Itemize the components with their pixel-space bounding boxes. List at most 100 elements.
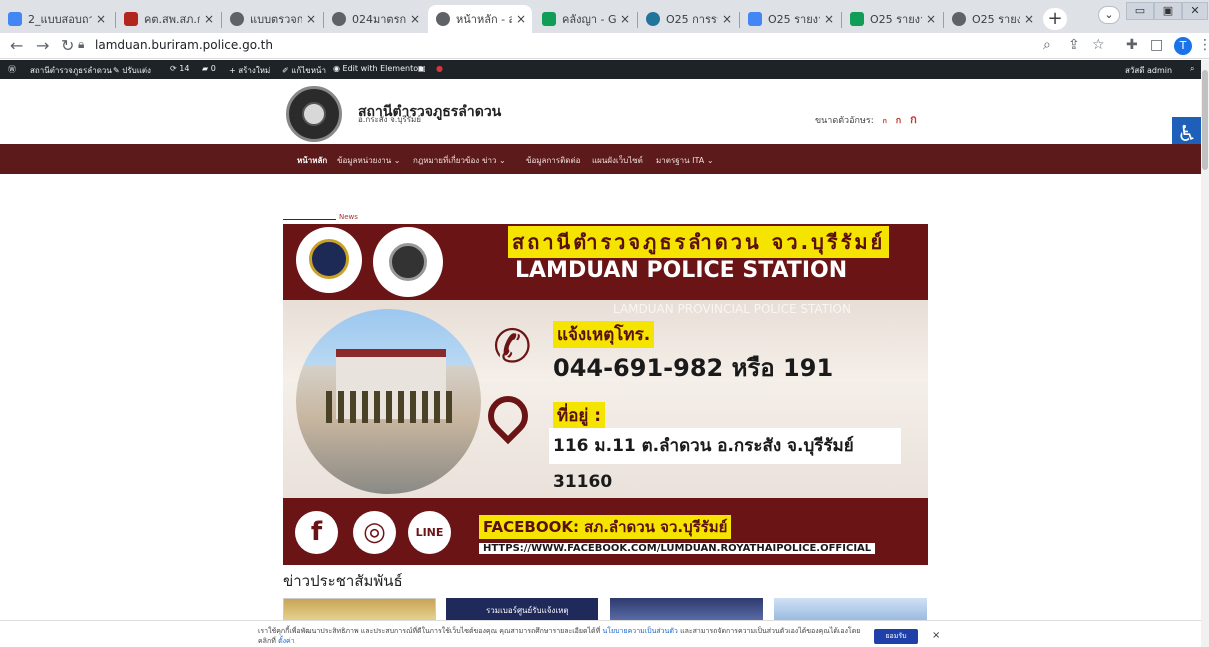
- browser-tab[interactable]: คลังญา - Goo×: [534, 5, 636, 33]
- pr-section-title: ข่าวประชาสัมพันธ์: [283, 572, 403, 590]
- reload-icon[interactable]: ↻: [61, 36, 74, 56]
- close-tab-icon[interactable]: ×: [306, 12, 316, 26]
- privacy-policy-link[interactable]: นโยบายความเป็นส่วนตัว: [602, 627, 677, 635]
- back-icon[interactable]: ←: [10, 36, 23, 56]
- sidepanel-icon[interactable]: □: [1150, 37, 1163, 53]
- phone-icon: ✆: [493, 319, 532, 373]
- browser-tab[interactable]: 2_แบบสอบถาม×: [0, 5, 112, 33]
- accept-cookies-button[interactable]: ยอมรับ: [874, 629, 918, 644]
- star-icon[interactable]: ☆: [1092, 37, 1105, 53]
- page-scrollbar[interactable]: [1201, 60, 1209, 647]
- share-icon[interactable]: ⇪: [1068, 37, 1080, 53]
- font-size-medium[interactable]: ก: [896, 116, 901, 126]
- close-tab-icon[interactable]: ×: [722, 12, 732, 26]
- close-tab-icon[interactable]: ×: [516, 12, 526, 26]
- globe-favicon-icon: [332, 12, 346, 26]
- nav-agency-info[interactable]: ข้อมูลหน่วยงาน ⌄: [337, 154, 400, 167]
- nav-sitemap[interactable]: แผนผังเว็บไซต์: [592, 154, 643, 167]
- news-divider: [283, 219, 336, 220]
- admin-edit-link[interactable]: ✐ แก้ไขหน้า: [282, 64, 326, 77]
- close-tab-icon[interactable]: ×: [96, 12, 106, 26]
- facebook-icon: f: [295, 511, 338, 554]
- minimize-button[interactable]: ▭: [1126, 2, 1154, 20]
- station-photo: [296, 309, 481, 494]
- extensions-icon[interactable]: ✚: [1126, 37, 1138, 53]
- close-tab-icon[interactable]: ×: [1024, 12, 1034, 26]
- new-tab-button[interactable]: +: [1043, 8, 1067, 30]
- drive-favicon-icon: [542, 12, 556, 26]
- close-tab-icon[interactable]: ×: [620, 12, 630, 26]
- instagram-icon: ◎: [353, 511, 396, 554]
- admin-updates-link[interactable]: ⟳ 14: [170, 64, 189, 73]
- admin-status-dot-icon: ●: [436, 64, 443, 73]
- browser-tab[interactable]: 024มาตรการก×: [324, 5, 426, 33]
- news-label: News: [339, 213, 358, 221]
- browser-tab-strip: 2_แบบสอบถาม× คต.สพ.สภ.กระสั× แบบตรวจการป…: [0, 0, 1209, 33]
- site-subtitle: อ.กระสัง จ.บุรีรัมย์: [358, 115, 421, 124]
- line-icon: LINE: [408, 511, 451, 554]
- admin-seo-icon[interactable]: ▣: [418, 64, 426, 73]
- admin-new-link[interactable]: + สร้างใหม่: [229, 64, 270, 77]
- forward-icon[interactable]: →: [36, 36, 49, 56]
- close-tab-icon[interactable]: ×: [204, 12, 214, 26]
- forms-favicon-icon: [748, 12, 762, 26]
- close-tab-icon[interactable]: ×: [926, 12, 936, 26]
- close-icon[interactable]: ×: [932, 630, 940, 641]
- banner-top: สถานีตำรวจภูธรลำดวน จว.บุรีรัมย์ LAMDUAN…: [283, 224, 928, 300]
- banner-title-english: LAMDUAN POLICE STATION: [515, 258, 848, 283]
- menu-icon[interactable]: ⋮: [1198, 37, 1209, 53]
- restore-button[interactable]: ▣: [1154, 2, 1182, 20]
- main-nav: หน้าหลัก ข้อมูลหน่วยงาน ⌄ กฎหมายที่เกี่ย…: [0, 144, 1201, 174]
- font-size-large[interactable]: ก: [910, 113, 917, 126]
- address-bar[interactable]: lamduan.buriram.police.go.th: [95, 38, 273, 52]
- close-window-button[interactable]: ✕: [1182, 2, 1208, 20]
- globe-favicon-icon: [952, 12, 966, 26]
- tab-search-button[interactable]: ⌄: [1098, 6, 1120, 24]
- phone-number: 044-691-982 หรือ 191: [553, 354, 834, 382]
- pr-thumbnail[interactable]: [283, 598, 436, 620]
- admin-customize-link[interactable]: ✎ ปรับแต่ง: [113, 64, 151, 77]
- nav-home[interactable]: หน้าหลัก: [297, 154, 327, 167]
- facebook-url: HTTPS://WWW.FACEBOOK.COM/LUMDUAN.ROYATHA…: [479, 543, 876, 554]
- wordpress-icon[interactable]: Ⓦ: [8, 64, 16, 75]
- site-header: สถานีตำรวจภูธรลำดวน อ.กระสัง จ.บุรีรัมย์…: [0, 79, 1201, 144]
- admin-elementor-link[interactable]: ◉ Edit with Elementor: [333, 64, 421, 73]
- lock-icon[interactable]: 🔒︎: [78, 37, 84, 52]
- police-favicon-icon: [124, 12, 138, 26]
- nav-news[interactable]: ข่าว ⌄: [482, 154, 506, 167]
- profile-avatar[interactable]: T: [1174, 37, 1192, 55]
- address-label: ที่อยู่ :: [553, 402, 606, 429]
- pr-thumbnail[interactable]: รวมเบอร์ศูนย์รับแจ้งเหตุ: [446, 598, 598, 620]
- site-logo[interactable]: [286, 86, 342, 142]
- cookie-consent-bar: เราใช้คุกกี้เพื่อพัฒนาประสิทธิภาพ และประ…: [0, 620, 1201, 647]
- close-tab-icon[interactable]: ×: [410, 12, 420, 26]
- font-size-small[interactable]: ก: [883, 117, 887, 125]
- nav-ita[interactable]: มาตรฐาน ITA ⌄: [656, 154, 714, 167]
- admin-search-icon[interactable]: ⌕: [1190, 64, 1194, 74]
- site-favicon-icon: [436, 12, 450, 26]
- browser-tab[interactable]: O25 การรายงาน×: [638, 5, 738, 33]
- browser-tab[interactable]: O25 รายงานผล×: [842, 5, 942, 33]
- drive-favicon-icon: [850, 12, 864, 26]
- cookie-settings-link[interactable]: ตั้งค่า: [278, 637, 295, 645]
- address-text: 116 ม.11 ต.ลำดวน อ.กระสัง จ.บุรีรัมย์ 31…: [549, 428, 901, 492]
- nav-contact[interactable]: ข้อมูลการติดต่อ: [526, 154, 580, 167]
- pr-thumbnail[interactable]: [610, 598, 763, 620]
- pr-thumbnail[interactable]: [774, 598, 927, 620]
- close-tab-icon[interactable]: ×: [824, 12, 834, 26]
- admin-comments-link[interactable]: ▰ 0: [202, 64, 216, 73]
- banner-building-sign: LAMDUAN PROVINCIAL POLICE STATION: [613, 302, 851, 316]
- nav-laws[interactable]: กฎหมายที่เกี่ยวข้อง: [413, 154, 479, 167]
- admin-greeting[interactable]: สวัสดี admin: [1125, 64, 1172, 77]
- zoom-icon[interactable]: ⌕: [1043, 37, 1051, 53]
- news-banner[interactable]: สถานีตำรวจภูธรลำดวน จว.บุรีรัมย์ LAMDUAN…: [283, 224, 928, 565]
- browser-tab[interactable]: คต.สพ.สภ.กระสั×: [116, 5, 220, 33]
- browser-tab-active[interactable]: หน้าหลัก - สถา×: [428, 5, 532, 33]
- browser-toolbar: ← → ↻ 🔒︎ lamduan.buriram.police.go.th ⌕ …: [0, 33, 1209, 59]
- browser-tab[interactable]: แบบตรวจการปิ×: [222, 5, 322, 33]
- banner-title-thai: สถานีตำรวจภูธรลำดวน จว.บุรีรัมย์: [508, 226, 890, 258]
- sheets-favicon-icon: [8, 12, 22, 26]
- browser-tab[interactable]: O25 รายงานผล×: [944, 5, 1040, 33]
- browser-tab[interactable]: O25 รายงานผล×: [740, 5, 840, 33]
- admin-site-link[interactable]: สถานีตำรวจภูธรลำดวน: [30, 64, 112, 77]
